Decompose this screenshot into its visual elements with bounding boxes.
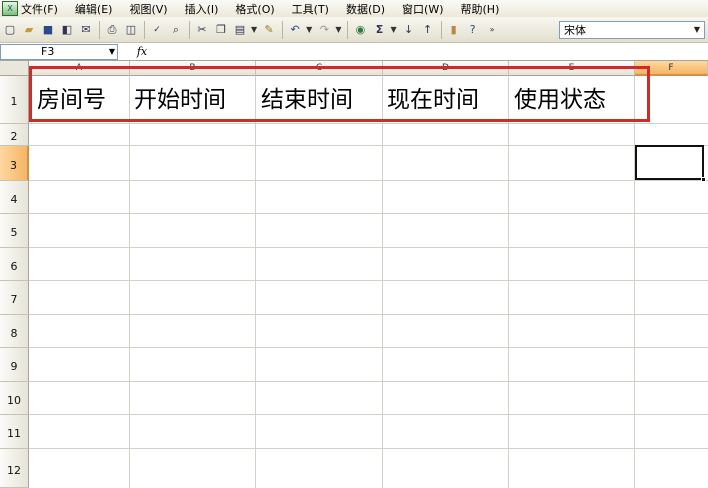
menu-edit[interactable]: 编辑(E) — [75, 1, 113, 17]
gridline — [29, 314, 708, 315]
font-name-select[interactable]: 宋体 ▼ — [559, 21, 705, 39]
copy-icon[interactable]: ❐ — [213, 22, 229, 38]
row-header-10[interactable]: 10 — [0, 382, 29, 415]
name-box-value: F3 — [41, 44, 55, 58]
name-box[interactable]: F3 ▼ — [0, 43, 118, 60]
save-icon[interactable]: ■ — [40, 22, 56, 38]
gridline — [29, 145, 708, 146]
font-name-value: 宋体 — [564, 24, 586, 37]
sort-descending-icon[interactable]: ↑ — [420, 22, 436, 38]
menu-format[interactable]: 格式(O) — [235, 1, 274, 17]
formula-input[interactable] — [166, 44, 708, 60]
menu-help[interactable]: 帮助(H) — [461, 1, 500, 17]
menu-bar: X 文件(F) 编辑(E) 视图(V) 插入(I) 格式(O) 工具(T) 数据… — [0, 0, 708, 17]
toolbar-separator — [99, 20, 100, 39]
format-painter-icon[interactable]: ✎ — [261, 22, 277, 38]
gridline — [382, 76, 383, 488]
row-header-3[interactable]: 3 — [0, 146, 29, 181]
undo-dropdown-icon[interactable]: ▼ — [306, 25, 312, 34]
autosum-dropdown-icon[interactable]: ▼ — [390, 25, 396, 34]
gridline — [29, 280, 708, 281]
row-header-1[interactable]: 1 — [0, 76, 29, 124]
gridline — [29, 123, 708, 124]
gridline — [29, 247, 708, 248]
open-folder-icon[interactable]: ▰ — [21, 22, 37, 38]
paste-dropdown-icon[interactable]: ▼ — [251, 25, 257, 34]
toolbar-separator — [282, 20, 284, 39]
redo-icon[interactable]: ↷ — [316, 22, 332, 38]
worksheet-grid[interactable]: A B C D E F 1 2 3 4 5 6 7 8 9 10 11 12 房… — [0, 61, 708, 488]
gridline — [29, 180, 708, 181]
gridline — [255, 76, 256, 488]
row-header-11[interactable]: 11 — [0, 415, 29, 449]
spelling-icon[interactable]: ✓ — [149, 22, 165, 38]
red-highlight-box — [29, 66, 650, 122]
row-header-4[interactable]: 4 — [0, 181, 29, 214]
chevron-down-icon[interactable]: ▼ — [690, 22, 704, 38]
menu-tools[interactable]: 工具(T) — [292, 1, 329, 17]
menu-file[interactable]: 文件(F) — [21, 1, 58, 17]
menu-data[interactable]: 数据(D) — [346, 1, 385, 17]
email-icon[interactable]: ✉ — [78, 22, 94, 38]
gridline — [29, 414, 708, 415]
toolbar-separator — [440, 20, 442, 39]
gridline — [508, 76, 509, 488]
toolbar-separator — [189, 20, 190, 39]
chevron-down-icon[interactable]: ▼ — [109, 45, 115, 59]
row-header-8[interactable]: 8 — [0, 315, 29, 348]
research-icon[interactable]: ⌕ — [168, 22, 184, 38]
active-cell-f3[interactable] — [635, 145, 704, 180]
select-all-corner[interactable] — [0, 61, 29, 76]
row-header-5[interactable]: 5 — [0, 214, 29, 248]
gridline — [129, 76, 130, 488]
row-header-12[interactable]: 12 — [0, 449, 29, 488]
formula-bar: F3 ▼ fx — [0, 43, 708, 61]
print-preview-icon[interactable]: ◫ — [123, 22, 139, 38]
autosum-icon[interactable]: Σ — [371, 22, 387, 38]
standard-toolbar: ▢ ▰ ■ ◧ ✉ ⎙ ◫ ✓ ⌕ ✂ ❐ ▤ ▼ ✎ ↶ ▼ ↷ ▼ ◉ Σ … — [0, 17, 708, 43]
permission-icon[interactable]: ◧ — [59, 22, 75, 38]
toolbar-separator — [144, 20, 145, 39]
fill-handle[interactable] — [701, 177, 706, 182]
toolbar-options-icon[interactable]: » — [490, 25, 495, 34]
menu-insert[interactable]: 插入(I) — [185, 1, 219, 17]
gridline — [29, 213, 708, 214]
row-header-6[interactable]: 6 — [0, 248, 29, 281]
gridline — [29, 448, 708, 449]
paste-icon[interactable]: ▤ — [232, 22, 248, 38]
cut-icon[interactable]: ✂ — [194, 22, 210, 38]
hyperlink-icon[interactable]: ◉ — [352, 22, 368, 38]
undo-icon[interactable]: ↶ — [287, 22, 303, 38]
sort-ascending-icon[interactable]: ↓ — [401, 22, 417, 38]
menu-view[interactable]: 视图(V) — [129, 1, 167, 17]
row-header-9[interactable]: 9 — [0, 348, 29, 382]
chart-wizard-icon[interactable]: ▮ — [446, 22, 462, 38]
insert-function-icon[interactable]: fx — [118, 45, 166, 58]
toolbar-separator — [347, 20, 349, 39]
print-icon[interactable]: ⎙ — [104, 22, 120, 38]
excel-icon[interactable]: X — [2, 1, 18, 16]
gridline — [29, 381, 708, 382]
redo-dropdown-icon[interactable]: ▼ — [335, 25, 341, 34]
gridline — [29, 347, 708, 348]
row-header-7[interactable]: 7 — [0, 281, 29, 315]
menu-window[interactable]: 窗口(W) — [402, 1, 443, 17]
row-header-2[interactable]: 2 — [0, 124, 29, 146]
new-file-icon[interactable]: ▢ — [2, 22, 18, 38]
gridline — [634, 76, 635, 488]
help-icon[interactable]: ? — [465, 22, 481, 38]
